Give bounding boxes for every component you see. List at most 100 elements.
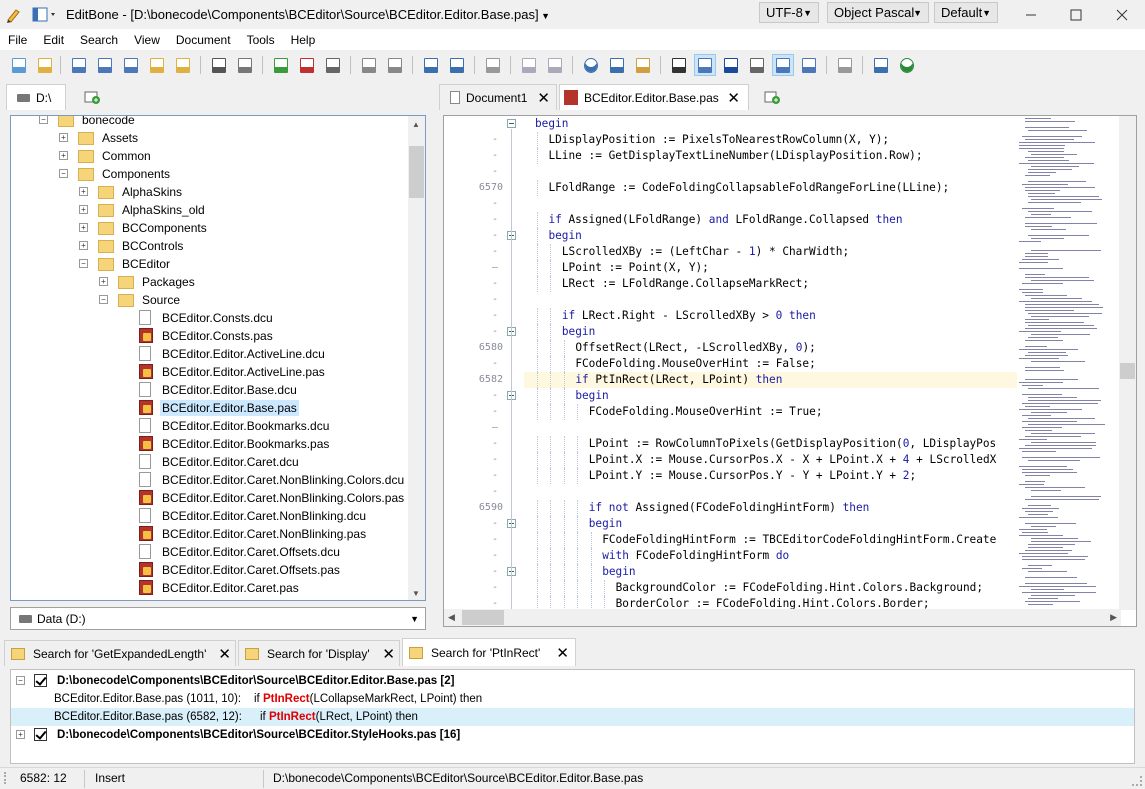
close-tab-icon[interactable]: ✕ <box>727 89 740 107</box>
result-hit-row[interactable]: BCEditor.Editor.Base.pas (1011, 10): if P… <box>11 690 1134 708</box>
tab-bceditor-base[interactable]: BCEditor.Editor.Base.pas ✕ <box>559 84 749 110</box>
tree-item[interactable]: BCEditor.Editor.Caret.dcu <box>11 453 410 471</box>
new-file-button[interactable] <box>8 54 30 76</box>
tree-item[interactable]: + BCComponents <box>11 219 410 237</box>
expand-icon[interactable]: + <box>79 241 88 250</box>
maximize-button[interactable] <box>1053 0 1099 30</box>
pilcrow-button[interactable] <box>720 54 742 76</box>
tree-item[interactable]: BCEditor.Editor.Caret.pas <box>11 579 410 597</box>
fold-toggle-icon[interactable] <box>507 119 516 128</box>
edit-button[interactable] <box>322 54 344 76</box>
code-area[interactable]: begin LDisplayPosition := PixelsToNearest… <box>529 116 1017 610</box>
menu-search[interactable]: Search <box>72 33 126 47</box>
expand-icon[interactable]: + <box>16 730 25 739</box>
ruler-button[interactable] <box>798 54 820 76</box>
close-window-button[interactable] <box>1099 0 1145 30</box>
result-file-row[interactable]: + D:\bonecode\Components\BCEditor\Source\… <box>11 726 1134 744</box>
chevron-down-icon[interactable]: ▼ <box>410 614 419 624</box>
tree-item[interactable]: + BCControls <box>11 237 410 255</box>
collapse-icon[interactable]: − <box>99 295 108 304</box>
tree-item[interactable]: BCEditor.Editor.Bookmarks.dcu <box>11 417 410 435</box>
tree-item[interactable]: BCEditor.Editor.Caret.NonBlinking.Colors… <box>11 489 410 507</box>
replace-button[interactable] <box>606 54 628 76</box>
close-tab-icon[interactable]: ✕ <box>537 89 550 107</box>
save-button[interactable] <box>68 54 90 76</box>
line-gutter[interactable]: - - - 6570 - - - - – - - - - 6580 - 6582 - - – - - - - 6590 - - - -… <box>444 116 524 610</box>
tab-document1[interactable]: Document1 ✕ <box>439 84 557 110</box>
tree-item[interactable]: BCEditor.Editor.Caret.Offsets.dcu <box>11 543 410 561</box>
indent-button[interactable] <box>358 54 380 76</box>
minimap[interactable] <box>1017 116 1120 610</box>
tree-item[interactable]: + Common <box>11 147 410 165</box>
outdent-button[interactable] <box>384 54 406 76</box>
language-selector[interactable]: Object Pascal ▼ <box>827 2 929 23</box>
theme-selector[interactable]: Default ▼ <box>934 2 998 23</box>
close-tab-icon[interactable]: ✕ <box>382 645 395 663</box>
tree-item[interactable]: − Source <box>11 291 410 309</box>
chevron-down-icon[interactable]: ▼ <box>539 11 550 21</box>
tree-item[interactable]: + Packages <box>11 273 410 291</box>
print-button[interactable] <box>208 54 230 76</box>
tab-search-getexpandedlength[interactable]: Search for 'GetExpandedLength' ✕ <box>4 640 236 666</box>
tab-drive[interactable]: D:\ <box>6 84 66 110</box>
tree-item[interactable]: − BCEditor <box>11 255 410 273</box>
expand-icon[interactable]: + <box>79 223 88 232</box>
new-tab-button[interactable] <box>764 84 788 110</box>
globe-button[interactable] <box>896 54 918 76</box>
split-view-button[interactable] <box>772 54 794 76</box>
tree-item[interactable]: BCEditor.Editor.Caret.NonBlinking.dcu <box>11 507 410 525</box>
menu-file[interactable]: File <box>0 33 35 47</box>
tree-item[interactable]: − Components <box>11 165 410 183</box>
sort-desc-button[interactable] <box>446 54 468 76</box>
tree-item[interactable]: BCEditor.Editor.Caret.Offsets.pas <box>11 561 410 579</box>
result-checkbox[interactable] <box>34 728 47 741</box>
selection-button[interactable] <box>746 54 768 76</box>
collapse-icon[interactable]: − <box>59 169 68 178</box>
tree-item[interactable]: BCEditor.Editor.Base.pas <box>11 399 410 417</box>
tree-item[interactable]: BCEditor.Editor.Base.dcu <box>11 381 410 399</box>
new-folder-button[interactable] <box>34 54 56 76</box>
save-all-button[interactable] <box>120 54 142 76</box>
editor-hscroll-thumb[interactable] <box>462 610 504 625</box>
open-folder-button[interactable] <box>172 54 194 76</box>
result-hit-row[interactable]: BCEditor.Editor.Base.pas (6582, 12): if P… <box>11 708 1134 726</box>
search-button[interactable] <box>580 54 602 76</box>
close-tab-icon[interactable]: ✕ <box>556 644 569 662</box>
result-checkbox[interactable] <box>34 674 47 687</box>
format-button[interactable] <box>482 54 504 76</box>
close-tab-icon[interactable]: ✕ <box>218 645 231 663</box>
case-button[interactable] <box>668 54 690 76</box>
drive-selector[interactable]: Data (D:) ▼ <box>10 607 426 630</box>
tree-item[interactable]: − bonecode <box>11 116 410 129</box>
menu-help[interactable]: Help <box>283 33 324 47</box>
tree-item[interactable]: + AlphaSkins_old <box>11 201 410 219</box>
window-menu-icon[interactable] <box>32 6 58 24</box>
code-editor[interactable]: - - - 6570 - - - - – - - - - 6580 - 6582 - - – - - - - 6590 - - - -… <box>443 115 1137 627</box>
open-button[interactable] <box>146 54 168 76</box>
expand-icon[interactable]: + <box>59 151 68 160</box>
tree-item[interactable]: BCEditor.Editor.ActiveLine.pas <box>11 363 410 381</box>
menu-edit[interactable]: Edit <box>35 33 72 47</box>
expand-icon[interactable]: + <box>99 277 108 286</box>
encoding-selector[interactable]: UTF-8 ▼ <box>759 2 819 23</box>
expand-icon[interactable]: + <box>79 187 88 196</box>
tab-search-display[interactable]: Search for 'Display' ✕ <box>238 640 400 666</box>
tree-item[interactable]: BCEditor.Editor.ActiveLine.dcu <box>11 345 410 363</box>
tree-scroll-thumb[interactable] <box>409 146 424 198</box>
collapse-icon[interactable]: − <box>16 676 25 685</box>
tree-scrollbar[interactable]: ▲ ▼ <box>408 116 425 600</box>
collapse-icon[interactable]: − <box>39 116 48 124</box>
remove-button[interactable] <box>296 54 318 76</box>
editor-scroll-thumb[interactable] <box>1120 363 1135 379</box>
minimize-button[interactable] <box>1008 0 1054 30</box>
redo-button[interactable] <box>544 54 566 76</box>
menu-tools[interactable]: Tools <box>239 33 283 47</box>
result-file-row[interactable]: − D:\bonecode\Components\BCEditor\Source\… <box>11 672 1134 690</box>
menu-view[interactable]: View <box>126 33 168 47</box>
tab-search-ptinrect[interactable]: Search for 'PtInRect' ✕ <box>402 638 576 666</box>
sort-asc-button[interactable] <box>420 54 442 76</box>
menu-document[interactable]: Document <box>168 33 239 47</box>
tree-item[interactable]: BCEditor.Editor.Caret.NonBlinking.pas <box>11 525 410 543</box>
tree-item[interactable]: + AlphaSkins <box>11 183 410 201</box>
tree-item[interactable]: + Assets <box>11 129 410 147</box>
